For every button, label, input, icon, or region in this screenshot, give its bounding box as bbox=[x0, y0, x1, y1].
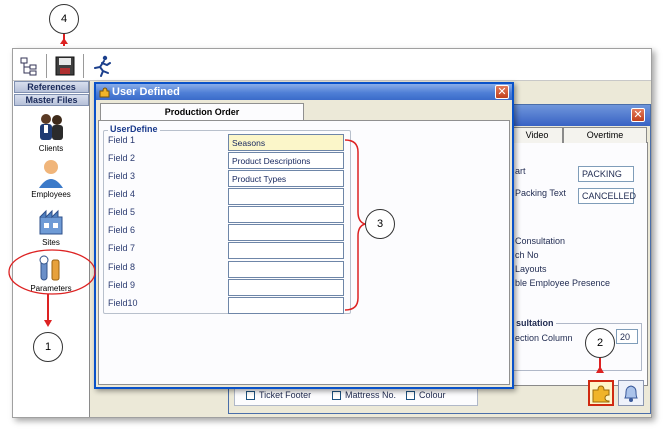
callout-1: 1 bbox=[33, 332, 63, 362]
annotation-overlay bbox=[8, 33, 604, 373]
callout-3: 3 bbox=[365, 209, 395, 239]
callout-2: 2 bbox=[585, 328, 615, 358]
callout-4: 4 bbox=[49, 4, 79, 34]
